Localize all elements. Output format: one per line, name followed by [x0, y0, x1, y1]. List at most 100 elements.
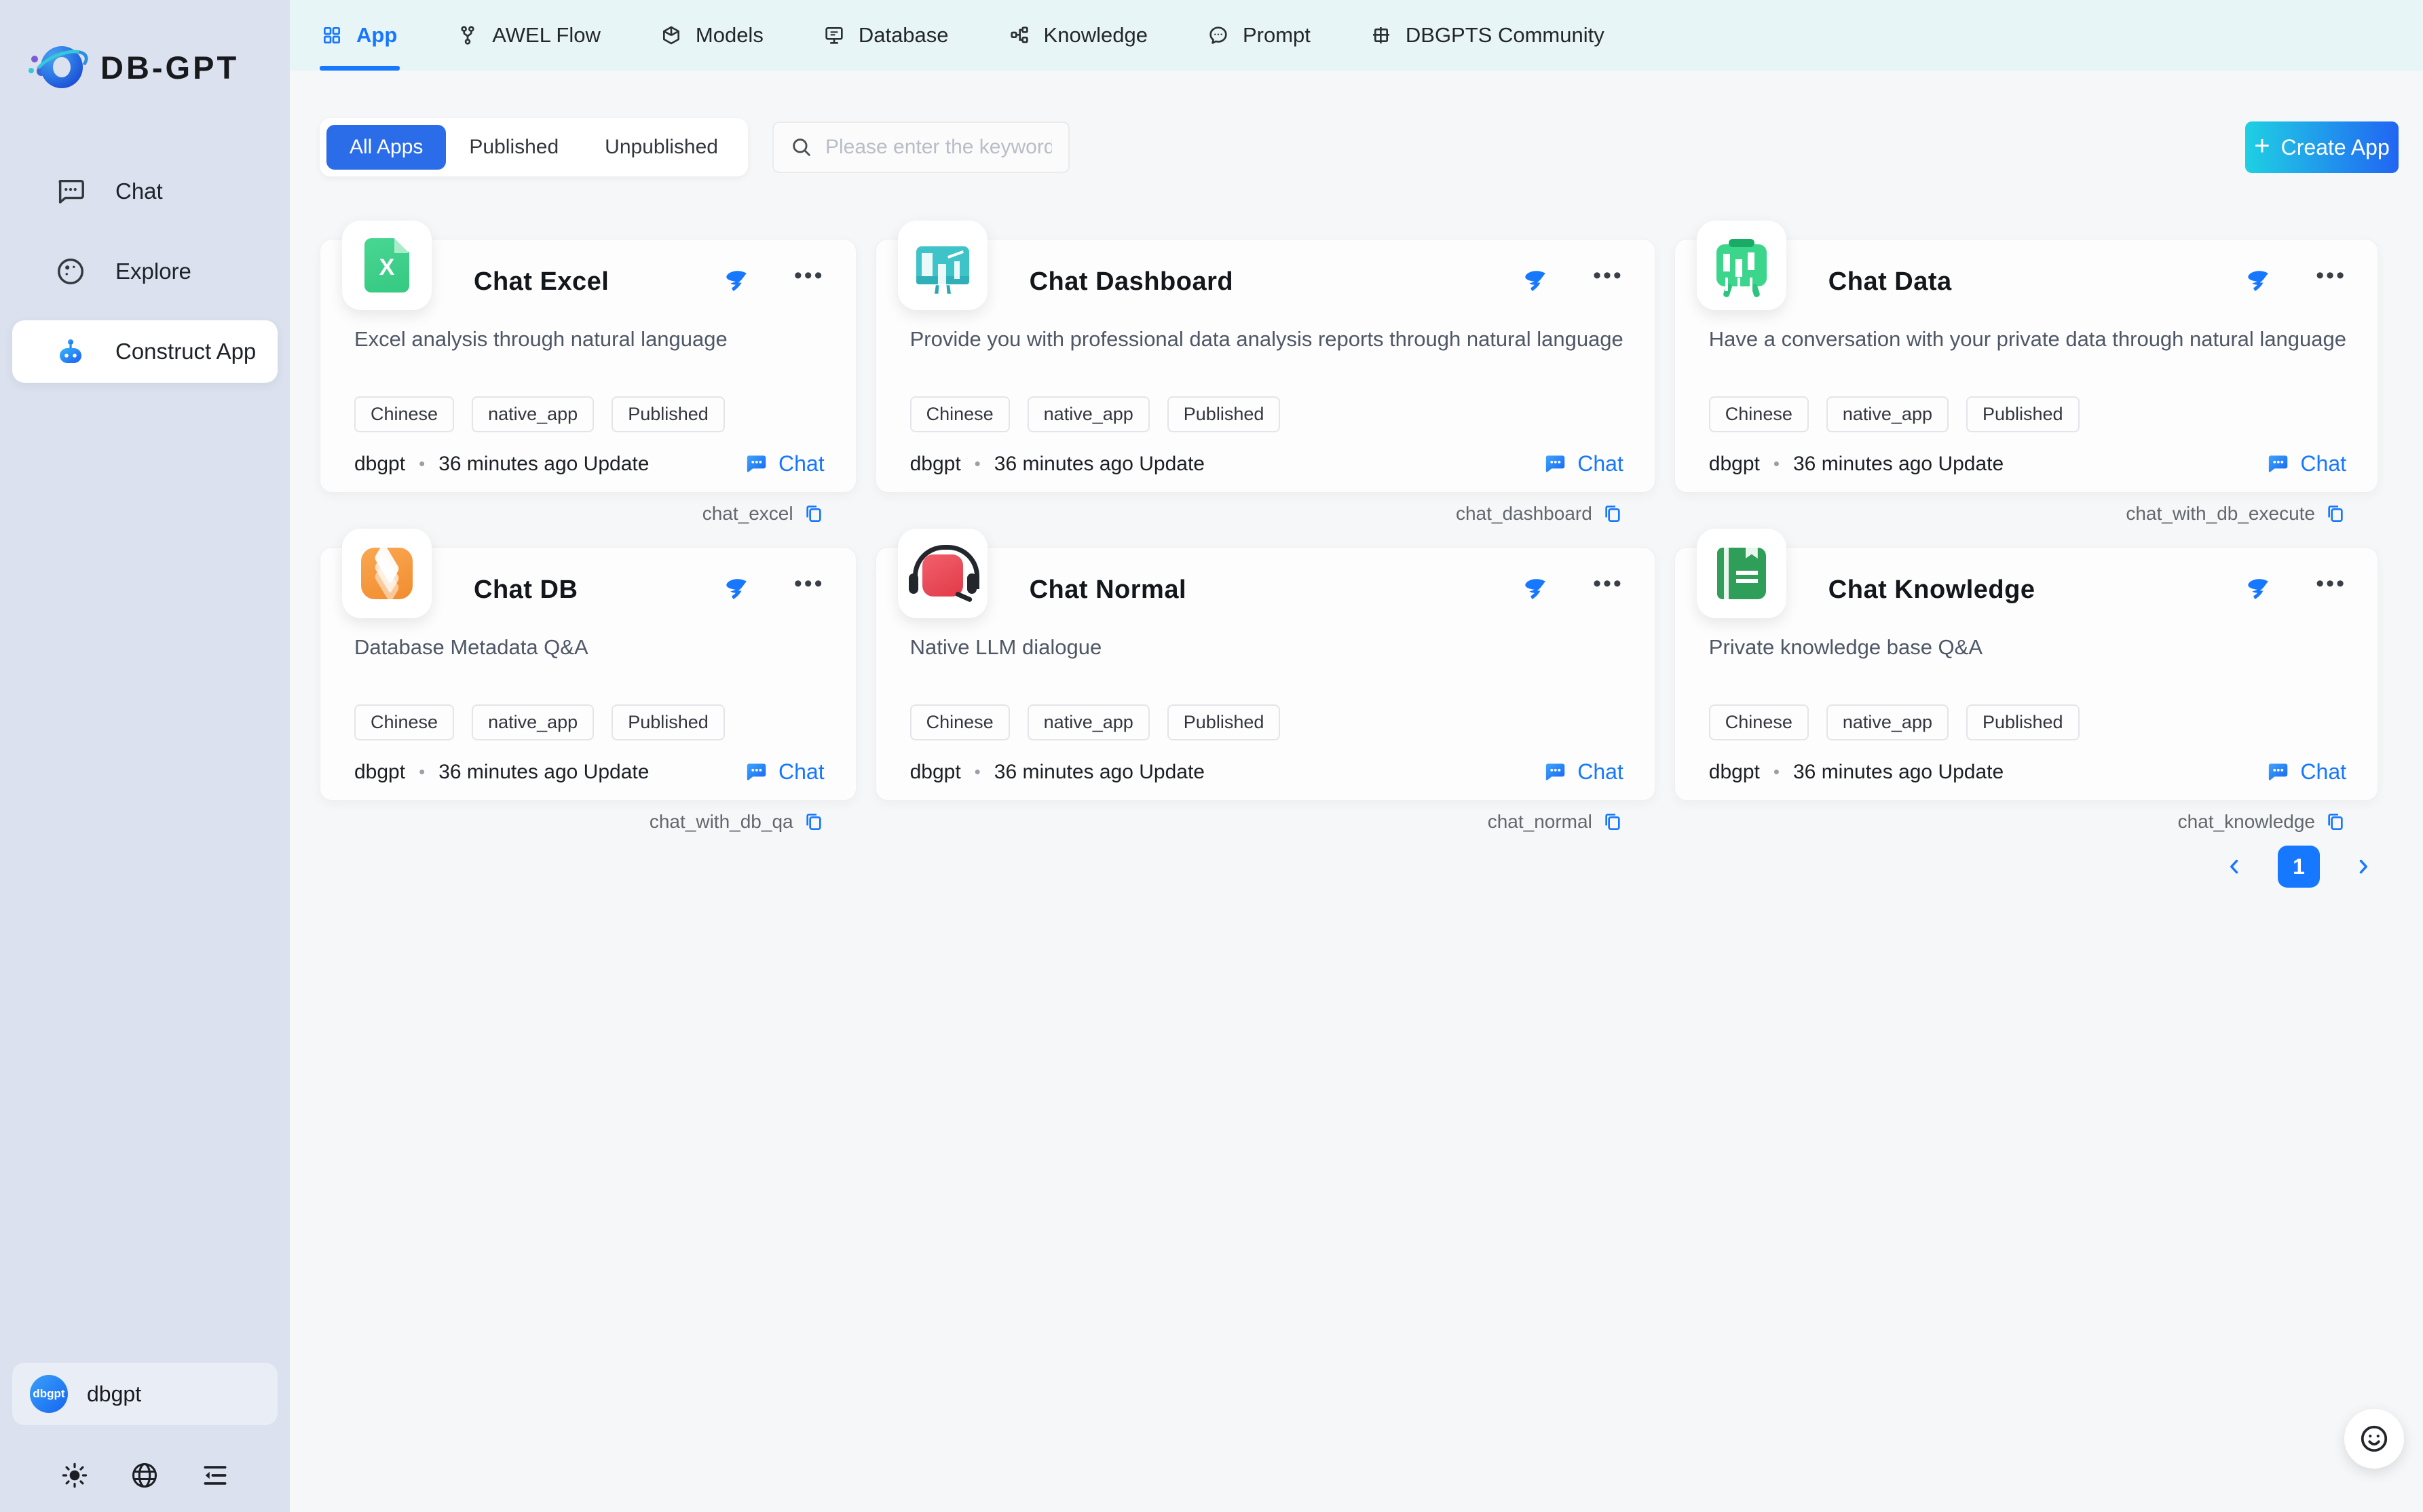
brand-logo: DB-GPT: [35, 42, 290, 92]
card-tags: Chinese native_app Published: [1709, 396, 2346, 432]
page-number-button[interactable]: 1: [2278, 846, 2320, 888]
prev-page-icon[interactable]: [2219, 852, 2249, 882]
copy-icon[interactable]: [2325, 503, 2346, 525]
card-author: dbgpt: [1709, 761, 1760, 784]
tag: Chinese: [910, 396, 1010, 432]
app-code: chat_normal: [1488, 811, 1592, 833]
card-footer: chat_with_db_execute: [1709, 493, 2346, 534]
more-options-icon[interactable]: •••: [1593, 580, 1623, 600]
more-options-icon[interactable]: •••: [1593, 271, 1623, 292]
chat-bubble-icon: [54, 175, 87, 208]
app-card-chat-dashboard[interactable]: Chat Dashboard ••• Provide you with prof…: [876, 239, 1655, 493]
tab-dbgpts-community[interactable]: DBGPTS Community: [1369, 0, 1604, 71]
card-author: dbgpt: [354, 761, 405, 784]
chat-button[interactable]: Chat: [743, 451, 825, 477]
tab-database[interactable]: Database: [822, 0, 949, 71]
tag: Published: [1167, 704, 1281, 740]
meta-separator: •: [419, 453, 425, 474]
tab-awel-flow[interactable]: AWEL Flow: [455, 0, 601, 71]
chat-button[interactable]: Chat: [1542, 451, 1623, 477]
sidebar-item-construct-app[interactable]: Construct App: [12, 320, 278, 383]
dingtalk-share-icon[interactable]: [2244, 268, 2271, 295]
app-card-chat-data[interactable]: Chat Data ••• Have a conversation with y…: [1674, 239, 2378, 493]
create-app-button[interactable]: + Create App: [2245, 121, 2399, 173]
meta-separator: •: [975, 453, 981, 474]
app-code: chat_dashboard: [1456, 503, 1592, 525]
app-icon-tile: [342, 221, 432, 310]
card-title: Chat DB: [474, 575, 578, 605]
main-area: App AWEL Flow Models: [290, 0, 2423, 1512]
app-code: chat_with_db_qa: [650, 811, 793, 833]
dingtalk-share-icon[interactable]: [1521, 268, 1548, 295]
card-meta: dbgpt • 36 minutes ago Update Chat: [910, 759, 1623, 785]
sidebar-item-label: Explore: [115, 259, 191, 284]
pagination: 1: [290, 846, 2378, 888]
excel-file-icon: [364, 238, 409, 292]
filter-all-apps[interactable]: All Apps: [326, 125, 446, 170]
tag: Published: [612, 396, 725, 432]
chat-button[interactable]: Chat: [743, 759, 825, 785]
tag: native_app: [1826, 704, 1949, 740]
copy-icon[interactable]: [803, 503, 825, 525]
app-code: chat_with_db_execute: [2126, 503, 2315, 525]
copy-icon[interactable]: [803, 811, 825, 833]
tag: Published: [1167, 396, 1281, 432]
card-updated: 36 minutes ago Update: [1793, 453, 2004, 476]
card-updated: 36 minutes ago Update: [994, 761, 1205, 784]
layers-icon: [361, 548, 413, 599]
language-globe-icon[interactable]: [127, 1458, 162, 1493]
copy-icon[interactable]: [1602, 811, 1623, 833]
more-options-icon[interactable]: •••: [794, 580, 825, 600]
chat-button[interactable]: Chat: [2265, 451, 2346, 477]
tab-app[interactable]: App: [320, 0, 397, 71]
sidebar-item-explore[interactable]: Explore: [12, 240, 278, 303]
card-description: Native LLM dialogue: [910, 635, 1623, 661]
next-page-icon[interactable]: [2348, 852, 2378, 882]
card-updated: 36 minutes ago Update: [1793, 761, 2004, 784]
chat-button[interactable]: Chat: [1542, 759, 1623, 785]
more-options-icon[interactable]: •••: [2316, 271, 2346, 292]
filter-unpublished[interactable]: Unpublished: [582, 125, 741, 170]
network-nodes-icon: [1007, 23, 1032, 48]
dingtalk-share-icon[interactable]: [2244, 576, 2271, 603]
chat-label: Chat: [2300, 451, 2346, 476]
robot-icon: [54, 335, 87, 368]
chat-button[interactable]: Chat: [2265, 759, 2346, 785]
sidebar-item-chat[interactable]: Chat: [12, 160, 278, 223]
card-author: dbgpt: [354, 453, 405, 476]
user-profile[interactable]: dbgpt dbgpt: [12, 1363, 278, 1425]
card-title: Chat Knowledge: [1828, 575, 2035, 605]
chat-label: Chat: [2300, 759, 2346, 785]
meta-separator: •: [975, 761, 981, 782]
app-card-chat-excel[interactable]: Chat Excel ••• Excel analysis through na…: [320, 239, 857, 493]
card-tags: Chinese native_app Published: [910, 704, 1623, 740]
tab-knowledge[interactable]: Knowledge: [1007, 0, 1148, 71]
comment-icon: [1206, 23, 1231, 48]
copy-icon[interactable]: [2325, 811, 2346, 833]
app-card-chat-knowledge[interactable]: Chat Knowledge ••• Private knowledge bas…: [1674, 547, 2378, 801]
dingtalk-share-icon[interactable]: [722, 576, 749, 603]
community-grid-icon: [1369, 23, 1393, 48]
app-icon-tile: [898, 529, 988, 618]
card-description: Have a conversation with your private da…: [1709, 326, 2346, 353]
dingtalk-share-icon[interactable]: [1521, 576, 1548, 603]
card-meta: dbgpt • 36 minutes ago Update Chat: [354, 759, 825, 785]
copy-icon[interactable]: [1602, 503, 1623, 525]
more-options-icon[interactable]: •••: [2316, 580, 2346, 600]
dingtalk-share-icon[interactable]: [722, 268, 749, 295]
search-input[interactable]: [825, 136, 1052, 159]
more-options-icon[interactable]: •••: [794, 271, 825, 292]
filter-published[interactable]: Published: [446, 125, 582, 170]
collapse-sidebar-icon[interactable]: [198, 1458, 233, 1493]
theme-sun-icon[interactable]: [57, 1458, 92, 1493]
tag: Chinese: [1709, 704, 1809, 740]
search-icon: [790, 136, 813, 159]
card-description: Provide you with professional data analy…: [910, 326, 1623, 353]
tab-models[interactable]: Models: [659, 0, 764, 71]
tab-prompt[interactable]: Prompt: [1206, 0, 1311, 71]
app-card-chat-db[interactable]: Chat DB ••• Database Metadata Q&A Chines…: [320, 547, 857, 801]
app-card-chat-normal[interactable]: Chat Normal ••• Native LLM dialogue Chin…: [876, 547, 1655, 801]
planet-explore-icon: [54, 255, 87, 288]
feedback-smiley-button[interactable]: [2344, 1409, 2404, 1469]
card-title: Chat Data: [1828, 267, 1952, 297]
